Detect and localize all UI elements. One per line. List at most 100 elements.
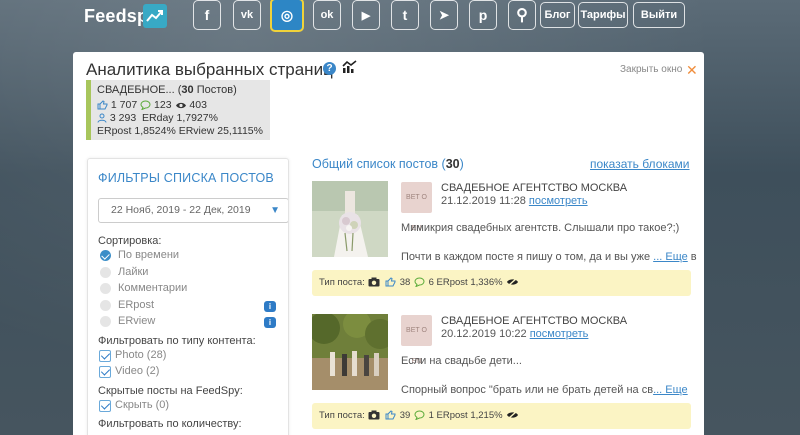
comment-icon [140,100,151,111]
post-date-row: 21.12.2019 11:28 посмотреть [441,195,588,207]
summary-er-row: ERpost 1,8524% ERview 25,1115% [97,125,263,137]
sort-option-label: Комментарии [118,282,188,294]
posts-word: Постов [196,84,234,96]
content-type-label: Фильтровать по типу контента: [98,334,256,347]
author-avatar[interactable]: BET O EN [401,182,432,232]
checkbox-icon[interactable] [99,399,111,412]
logo-chart-icon[interactable] [143,4,167,28]
tariffs-button[interactable]: Тарифы [578,2,628,28]
blog-button[interactable]: Блог [540,2,575,28]
comment-icon [414,410,425,421]
info-icon[interactable]: i [264,317,276,328]
like-icon [385,410,396,420]
post-erpost: ERpost 1,336% [436,277,503,288]
vk-icon[interactable]: vk [233,0,261,30]
post-likes: 39 [399,410,411,421]
search-icon[interactable]: ⚲ [508,0,536,30]
view-post-link[interactable]: посмотреть [530,328,589,340]
close-window-link[interactable]: Закрыть окно [620,64,682,75]
read-more-link[interactable]: ... Еще [653,251,688,263]
post-card[interactable]: BET O EN СВАДЕБНОЕ АГЕНТСТВО МОСКВА 21.1… [312,181,697,301]
sort-option-erview[interactable]: ERview i [98,313,288,330]
telegram-icon[interactable]: ➤ [430,0,458,30]
radio-icon[interactable] [100,299,111,311]
checkbox-label: Скрыть (0) [115,398,170,411]
like-icon [97,100,108,110]
filters-panel: ФИЛЬТРЫ СПИСКА ПОСТОВ 22 Нояб, 2019 - 22… [87,158,289,435]
quantity-filter-label: Фильтровать по количеству: [98,418,242,430]
post-type-label: Тип поста: [319,410,365,421]
like-icon [385,277,396,287]
author-avatar[interactable]: BET O EN [401,315,432,365]
sort-option-label: По времени [118,249,180,261]
page-summary-card[interactable]: СВАДЕБНОЕ... (30 Постов) 1 707 123 403 3… [86,80,270,140]
close-icon[interactable]: ✕ [686,62,698,79]
post-author[interactable]: СВАДЕБНОЕ АГЕНТСТВО МОСКВА [441,315,627,327]
post-photo[interactable] [312,314,388,390]
checkbox-label: Video (2) [115,365,160,377]
checkbox-icon[interactable] [99,366,111,378]
posts-count-wrap: (30 Постов) [177,84,237,96]
eye-icon [175,102,186,108]
post-type-label: Тип поста: [319,277,365,288]
post-text-line1: Мимикрия свадебных агентств. Слышали про… [401,222,680,234]
sort-label: Сортировка: [98,235,162,247]
pinterest-icon[interactable]: p [469,0,497,30]
post-text-line2: Спорный вопрос "брать или не брать детей… [401,384,688,396]
sort-option-label: ERpost [118,298,155,311]
info-icon[interactable]: i [264,300,276,312]
radio-icon[interactable] [100,283,111,294]
post-erpost: ERpost 1,215% [436,410,503,421]
views-value: 403 [189,99,207,111]
hide-eye-icon[interactable] [506,277,519,288]
post-text-excerpt: Почти в каждом посте я пишу о том, да и … [401,251,654,263]
hidden-posts-label: Скрытые посты на FeedSpy: [98,384,243,397]
post-comments: 1 [428,410,434,421]
youtube-icon[interactable]: ▶ [352,0,380,30]
help-icon[interactable]: ? [323,62,336,75]
camera-icon [368,410,380,420]
post-text-line1: Если на свадьбе дети... [401,355,522,367]
post-card[interactable]: BET O EN СВАДЕБНОЕ АГЕНТСТВО МОСКВА 20.1… [312,314,691,434]
sort-option-likes[interactable]: Лайки [98,264,288,281]
content-type-photo[interactable]: Photo (28) [98,347,288,364]
posts-list-count: 30 [445,157,460,171]
post-text-excerpt: Спорный вопрос "брать или не брать детей… [401,384,654,396]
radio-icon[interactable] [100,266,111,278]
odnoklassniki-icon[interactable]: ok [313,0,341,30]
chart-icon[interactable] [342,60,358,79]
filters-title: ФИЛЬТРЫ СПИСКА ПОСТОВ [98,171,274,185]
instagram-icon[interactable]: ◎ [270,0,304,32]
checkbox-icon[interactable] [99,349,111,362]
sort-option-comments[interactable]: Комментарии [98,280,288,297]
read-more-link[interactable]: ... Еще [653,384,688,396]
radio-icon[interactable] [100,316,111,327]
content-type-video[interactable]: Video (2) [98,363,288,380]
posts-list-title-text: Общий список постов [312,157,439,171]
twitter-icon[interactable]: t [391,0,419,30]
logout-button[interactable]: Выйти [633,2,685,28]
radio-checked-icon[interactable] [100,250,111,261]
post-author[interactable]: СВАДЕБНОЕ АГЕНТСТВО МОСКВА [441,182,627,194]
dropdown-arrow-icon: ▼ [270,205,280,216]
sort-option-erpost[interactable]: ERpost i [98,297,288,314]
page-name: СВАДЕБНОЕ... [97,84,175,96]
date-range-select[interactable]: 22 Нояб, 2019 - 22 Дек, 2019 ▼ [98,198,288,223]
show-blocks-link[interactable]: показать блоками [590,157,690,171]
post-date-row: 20.12.2019 10:22 посмотреть [441,328,588,340]
post-likes: 38 [399,277,411,288]
hide-eye-icon[interactable] [506,410,519,421]
sort-option-time[interactable]: По времени [98,247,288,264]
hide-posts-checkbox[interactable]: Скрыть (0) [98,397,288,414]
post-text-tail: в [687,251,697,263]
view-post-link[interactable]: посмотреть [529,195,588,207]
post-stats-bar: Тип поста: 39 1 ERpost 1,215% [312,403,691,429]
likes-value: 1 707 [110,99,138,111]
camera-icon [368,277,380,287]
sort-option-label: ERview [118,315,156,327]
post-photo[interactable] [312,181,388,257]
user-icon [97,113,107,123]
erday-value: ERday 1,7927% [142,112,218,124]
post-stats-bar: Тип поста: 38 6 ERpost 1,336% [312,270,691,296]
facebook-icon[interactable]: f [193,0,221,30]
